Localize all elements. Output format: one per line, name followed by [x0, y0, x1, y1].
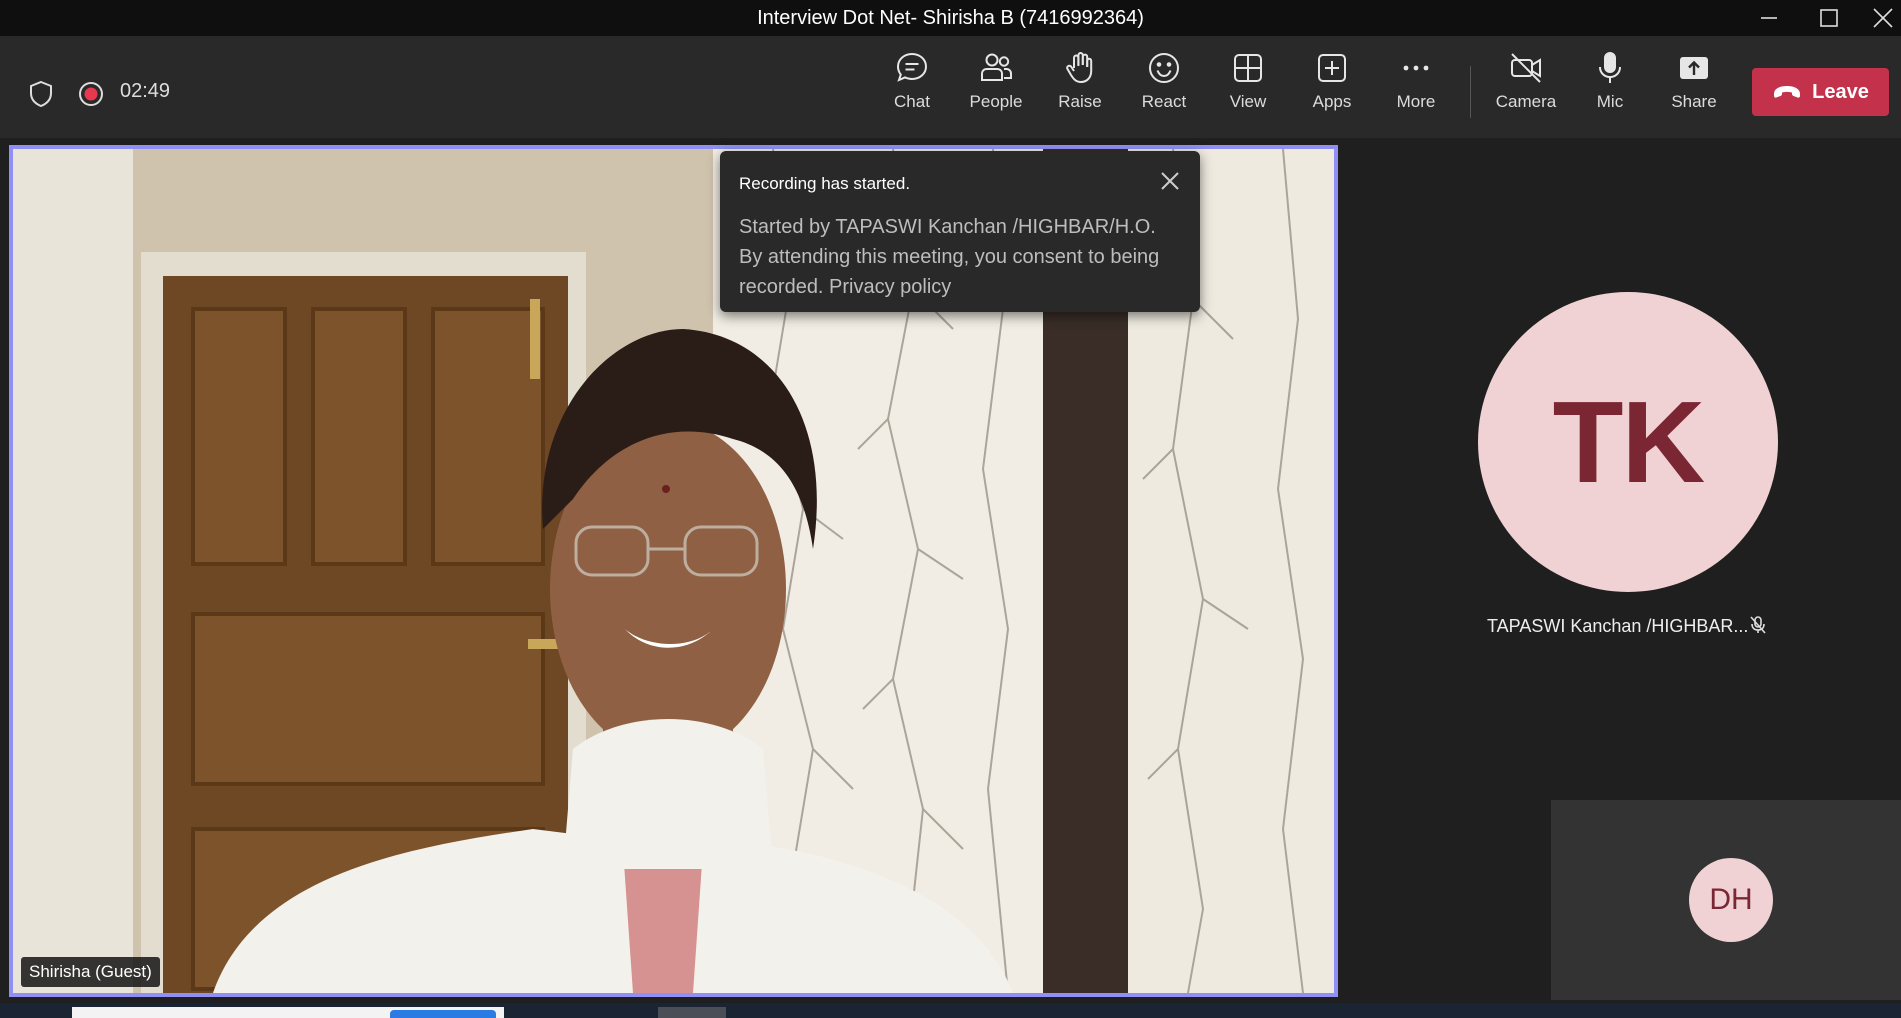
recording-notification: Recording has started. Started by TAPASW…	[720, 151, 1200, 312]
mic-muted-icon	[1750, 616, 1766, 634]
people-button[interactable]: People	[956, 50, 1036, 130]
camera-off-icon	[1511, 53, 1541, 83]
raise-hand-button[interactable]: Raise	[1040, 50, 1120, 130]
view-label: View	[1229, 92, 1267, 111]
view-icon	[1234, 54, 1262, 82]
share-button[interactable]: Share	[1654, 50, 1734, 130]
recording-icon[interactable]	[78, 81, 104, 107]
leave-button[interactable]: Leave	[1752, 68, 1889, 116]
apps-button[interactable]: Apps	[1292, 50, 1372, 130]
toolbar-divider	[1470, 66, 1471, 118]
notification-close-button[interactable]	[1158, 169, 1182, 193]
taskbar-active-item[interactable]	[390, 1010, 496, 1018]
camera-label: Camera	[1495, 92, 1557, 111]
leave-label: Leave	[1812, 80, 1869, 103]
mic-button[interactable]: Mic	[1570, 50, 1650, 130]
notification-body: Started by TAPASWI Kanchan /HIGHBAR/H.O.…	[739, 216, 1160, 298]
share-icon	[1680, 57, 1708, 79]
notification-title: Recording has started.	[739, 174, 911, 193]
meeting-timer: 02:49	[120, 80, 171, 102]
window-title: Interview Dot Net- Shirisha B (741699236…	[757, 7, 1144, 29]
raise-label: Raise	[1058, 92, 1102, 111]
meeting-toolbar: 02:49 Chat People Raise React View Apps …	[0, 36, 1901, 138]
react-button[interactable]: React	[1124, 50, 1204, 130]
mic-label: Mic	[1596, 92, 1624, 111]
react-label: React	[1141, 92, 1187, 111]
participant-name-tag: Shirisha (Guest)	[21, 957, 160, 987]
minimize-icon	[1761, 17, 1777, 19]
react-icon	[1149, 53, 1179, 83]
participant-name: TAPASWI Kanchan /HIGHBAR...	[1487, 616, 1749, 636]
minimize-button[interactable]	[1742, 0, 1796, 36]
participant-avatar-dh: DH	[1689, 858, 1773, 942]
people-icon	[981, 53, 1012, 81]
more-button[interactable]: More	[1376, 50, 1456, 130]
view-button[interactable]: View	[1208, 50, 1288, 130]
title-bar: Interview Dot Net- Shirisha B (741699236…	[0, 0, 1901, 36]
participant-tile-dh[interactable]: DH	[1551, 800, 1901, 1000]
close-window-button[interactable]	[1856, 0, 1901, 36]
maximize-icon	[1820, 9, 1838, 27]
maximize-button[interactable]	[1802, 0, 1856, 36]
share-label: Share	[1671, 92, 1717, 111]
more-icon	[1403, 65, 1429, 71]
close-icon	[1873, 8, 1893, 28]
mic-icon	[1599, 52, 1621, 83]
raise-hand-icon	[1066, 51, 1093, 84]
chat-icon	[896, 52, 928, 82]
close-icon	[1161, 172, 1179, 190]
chat-label: Chat	[894, 92, 930, 111]
shield-icon[interactable]	[28, 80, 54, 108]
people-label: People	[969, 92, 1023, 111]
apps-label: Apps	[1312, 92, 1352, 111]
participant-avatar-tk[interactable]: TK	[1478, 292, 1778, 592]
hang-up-icon	[1774, 86, 1801, 98]
chat-button[interactable]: Chat	[872, 50, 952, 130]
more-label: More	[1396, 92, 1436, 111]
taskbar-item[interactable]	[658, 1007, 726, 1018]
apps-icon	[1318, 54, 1346, 82]
camera-button[interactable]: Camera	[1486, 50, 1566, 130]
